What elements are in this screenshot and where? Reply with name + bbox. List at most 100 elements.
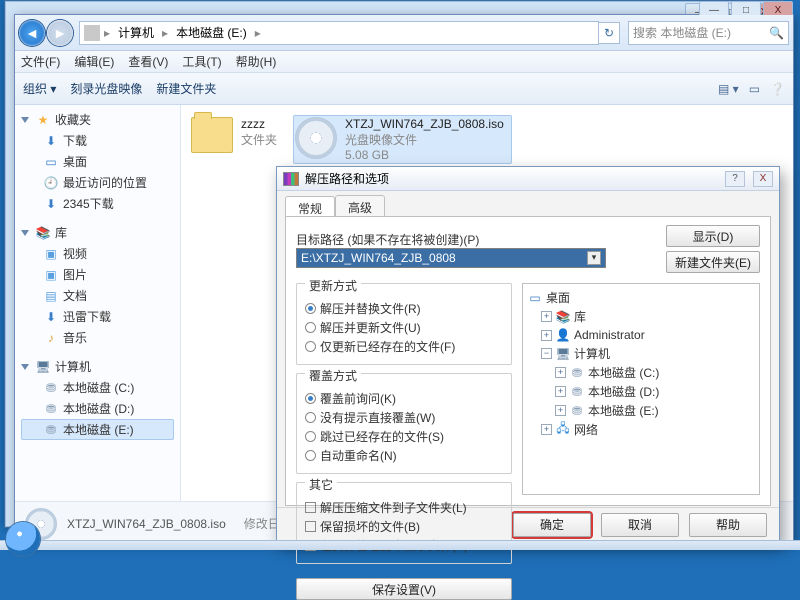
menu-help[interactable]: 帮助(H) [236,53,277,70]
expand-icon[interactable]: + [541,311,552,322]
tree-network[interactable]: +🖧网络 [527,420,755,439]
dialog-titlebar[interactable]: 解压路径和选项 ? X [277,167,779,191]
breadcrumb-drive-e[interactable]: 本地磁盘 (E:) [172,24,251,41]
menu-bar: 文件(F) 编辑(E) 查看(V) 工具(T) 帮助(H) [15,51,793,73]
expand-icon[interactable]: + [555,386,566,397]
path-input[interactable]: E:\XTZJ_WIN764_ZJB_0808 ▾ [296,248,606,268]
radio-extract-replace[interactable]: 解压并替换文件(R) [305,299,503,318]
cancel-button[interactable]: 取消 [601,513,679,537]
sidebar-item-videos[interactable]: ▣视频 [21,243,174,264]
recent-icon: 🕘 [43,175,59,191]
radio-extract-update[interactable]: 解压并更新文件(U) [305,318,503,337]
sidebar-item-drive-c[interactable]: ⛃本地磁盘 (C:) [21,377,174,398]
sidebar-item-drive-d[interactable]: ⛃本地磁盘 (D:) [21,398,174,419]
search-input[interactable]: 搜索 本地磁盘 (E:) 🔍 [628,21,789,45]
dropdown-icon[interactable]: ▾ [587,251,601,265]
tree-desktop[interactable]: ▭桌面 [527,288,755,307]
menu-tools[interactable]: 工具(T) [182,53,221,70]
expand-icon[interactable]: + [541,330,552,341]
sidebar-item-pictures[interactable]: ▣图片 [21,264,174,285]
tab-general[interactable]: 常规 [285,196,335,218]
chevron-icon: ▸ [104,26,110,40]
show-button[interactable]: 显示(D) [666,225,760,247]
collapse-icon [21,364,29,370]
collapse-icon [21,117,29,123]
file-size: 5.08 GB [345,148,504,162]
menu-edit[interactable]: 编辑(E) [74,53,114,70]
sidebar-libraries-header[interactable]: 📚库 [21,224,174,241]
file-type: 光盘映像文件 [345,131,504,148]
collapse-icon[interactable]: − [541,348,552,359]
folder-icon [191,117,233,153]
computer-icon: 🖥 [35,359,51,375]
new-folder-button[interactable]: 新建文件夹(E) [666,251,760,273]
drive-icon: ⛃ [569,365,585,381]
status-filename: XTZJ_WIN764_ZJB_0808.iso [67,517,226,531]
radio-skip-existing[interactable]: 跳过已经存在的文件(S) [305,427,503,446]
sidebar-item-desktop[interactable]: ▭桌面 [21,151,174,172]
group-overwrite-mode: 覆盖方式 覆盖前询问(K) 没有提示直接覆盖(W) 跳过已经存在的文件(S) 自… [296,373,512,474]
taskbar[interactable] [0,540,800,550]
sidebar-item-recent[interactable]: 🕘最近访问的位置 [21,172,174,193]
file-name: XTZJ_WIN764_ZJB_0808.iso [345,117,504,131]
expand-icon[interactable]: + [541,424,552,435]
file-item-folder[interactable]: zzzz 文件夹 [189,115,279,155]
search-placeholder: 搜索 本地磁盘 (E:) [633,24,731,41]
tree-libraries[interactable]: +📚库 [527,307,755,326]
sidebar-item-music[interactable]: ♪音乐 [21,327,174,348]
group-title: 覆盖方式 [305,367,361,384]
xunlei-icon: ⬇ [43,309,59,325]
save-settings-button[interactable]: 保存设置(V) [296,578,512,600]
expand-icon[interactable]: + [555,367,566,378]
forward-button[interactable]: ► [47,20,73,46]
radio-auto-rename[interactable]: 自动重命名(N) [305,446,503,465]
radio-overwrite-noask[interactable]: 没有提示直接覆盖(W) [305,408,503,427]
back-button[interactable]: ◄ [19,20,45,46]
chevron-icon: ▸ [255,26,261,40]
user-icon: 👤 [555,327,571,343]
dialog-close-button[interactable]: X [753,171,773,187]
menu-view[interactable]: 查看(V) [128,53,168,70]
tree-administrator[interactable]: +👤Administrator [527,326,755,344]
sidebar-item-2345[interactable]: ⬇2345下载 [21,193,174,214]
drive-icon: ⛃ [43,422,59,438]
documents-icon: ▤ [43,288,59,304]
organize-button[interactable]: 组织 ▾ [23,80,56,97]
sidebar-favorites-header[interactable]: ★收藏夹 [21,111,174,128]
radio-ask-before[interactable]: 覆盖前询问(K) [305,389,503,408]
pictures-icon: ▣ [43,267,59,283]
help-button[interactable]: 帮助 [689,513,767,537]
burn-image-button[interactable]: 刻录光盘映像 [70,80,142,97]
check-subfolder[interactable]: 解压压缩文件到子文件夹(L) [305,498,503,517]
sidebar: ★收藏夹 ⬇下载 ▭桌面 🕘最近访问的位置 ⬇2345下载 📚库 ▣视频 ▣图片… [15,105,181,501]
sidebar-item-downloads[interactable]: ⬇下载 [21,130,174,151]
check-keep-broken[interactable]: 保留损坏的文件(B) [305,517,503,536]
sidebar-item-xunlei[interactable]: ⬇迅雷下载 [21,306,174,327]
view-options-icon[interactable]: ▤ ▾ [718,82,739,96]
folder-tree[interactable]: ▭桌面 +📚库 +👤Administrator −🖥计算机 +⛃本地磁盘 (C:… [522,283,760,495]
breadcrumb-computer[interactable]: 计算机 [114,24,158,41]
sidebar-computer-header[interactable]: 🖥计算机 [21,358,174,375]
help-icon[interactable]: ❔ [770,82,785,96]
expand-icon[interactable]: + [555,405,566,416]
start-button[interactable] [6,522,40,556]
new-folder-button[interactable]: 新建文件夹 [156,80,216,97]
breadcrumb[interactable]: ▸ 计算机 ▸ 本地磁盘 (E:) ▸ [79,21,599,45]
tab-advanced[interactable]: 高级 [335,195,385,217]
radio-fresh-existing[interactable]: 仅更新已经存在的文件(F) [305,337,503,356]
refresh-button[interactable]: ↻ [598,22,620,44]
ok-button[interactable]: 确定 [513,513,591,537]
menu-file[interactable]: 文件(F) [21,53,60,70]
dialog-help-button[interactable]: ? [725,171,745,187]
tree-drive-c[interactable]: +⛃本地磁盘 (C:) [527,363,755,382]
file-name: zzzz [241,117,277,131]
search-icon: 🔍 [769,26,784,40]
sidebar-item-drive-e[interactable]: ⛃本地磁盘 (E:) [21,419,174,440]
tree-computer[interactable]: −🖥计算机 [527,344,755,363]
sidebar-item-documents[interactable]: ▤文档 [21,285,174,306]
tree-drive-e[interactable]: +⛃本地磁盘 (E:) [527,401,755,420]
preview-pane-icon[interactable]: ▭ [749,82,760,96]
file-item-iso[interactable]: XTZJ_WIN764_ZJB_0808.iso 光盘映像文件 5.08 GB [293,115,512,164]
dialog-tabs: 常规 高级 [285,195,771,217]
tree-drive-d[interactable]: +⛃本地磁盘 (D:) [527,382,755,401]
